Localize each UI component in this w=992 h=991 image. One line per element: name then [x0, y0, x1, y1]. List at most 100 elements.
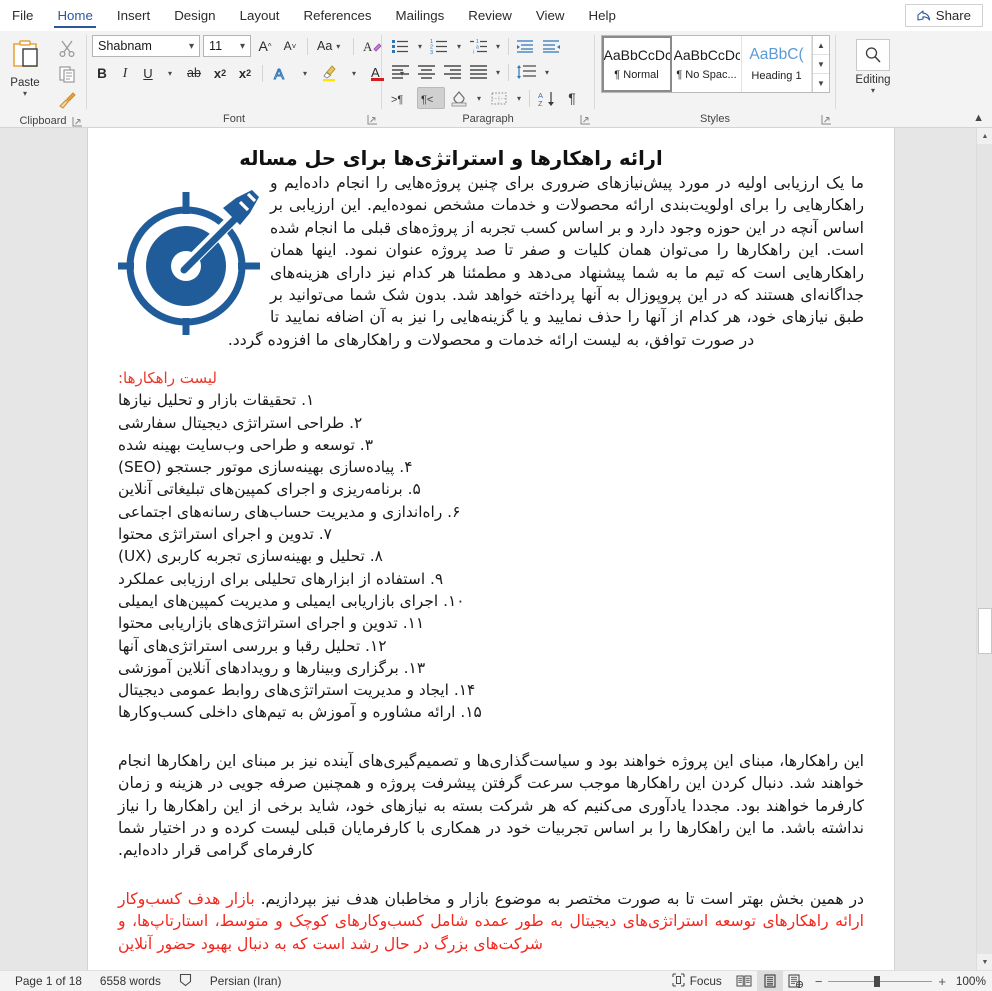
paragraph-dialog-launcher[interactable] — [579, 114, 591, 126]
justify-chevron-down-icon[interactable]: ▾ — [492, 68, 504, 77]
highlight-button[interactable] — [317, 62, 342, 84]
tab-home-label: Home — [57, 8, 93, 23]
search-icon[interactable] — [856, 39, 890, 71]
tab-layout-label: Layout — [239, 8, 280, 23]
right-to-left-icon[interactable]: ¶< — [417, 87, 445, 109]
paste-button[interactable]: Paste ▾ — [0, 35, 50, 98]
borders-icon[interactable] — [486, 87, 512, 109]
share-button[interactable]: Share — [904, 4, 983, 27]
scroll-down-icon[interactable]: ▼ — [977, 954, 992, 970]
bullets-chevron-down-icon[interactable]: ▾ — [414, 42, 426, 51]
page-indicator[interactable]: Page 1 of 18 — [6, 971, 91, 991]
show-formatting-marks-icon[interactable]: ¶ — [561, 87, 583, 109]
tab-review[interactable]: Review — [456, 0, 524, 31]
align-left-icon[interactable] — [388, 61, 413, 83]
shading-icon[interactable] — [446, 87, 472, 109]
zoom-slider-thumb[interactable] — [874, 975, 881, 987]
font-name-combobox[interactable]: Shabnam ▾ — [92, 35, 200, 57]
vertical-scrollbar-thumb[interactable] — [978, 608, 992, 654]
focus-mode-button[interactable]: Focus — [663, 971, 731, 991]
tab-mailings[interactable]: Mailings — [384, 0, 457, 31]
grow-font-button[interactable]: A ^ — [254, 35, 276, 57]
clipboard-group-label: Clipboard — [0, 114, 86, 129]
tab-file[interactable]: File — [0, 0, 45, 31]
style-heading1-preview: AaBbC( — [749, 46, 804, 63]
tab-view-label: View — [535, 8, 565, 23]
styles-gallery[interactable]: AaBbCcDc ¶ Normal AaBbCcDc ¶ No Spac... … — [601, 35, 830, 93]
strikethrough-button[interactable]: ab — [182, 62, 206, 84]
word-count[interactable]: 6558 words — [91, 971, 170, 991]
zoom-level-label[interactable]: 100% — [952, 974, 986, 988]
vertical-scrollbar-track[interactable] — [977, 144, 992, 954]
bullets-icon[interactable] — [388, 35, 413, 57]
left-to-right-icon[interactable]: >¶ — [388, 87, 416, 109]
font-dialog-launcher[interactable] — [366, 114, 378, 126]
document-body[interactable]: ارائه راهکارها و استراتژی‌ها برای حل مسا… — [88, 128, 894, 955]
align-right-icon[interactable] — [440, 61, 465, 83]
multilevel-chevron-down-icon[interactable]: ▾ — [492, 42, 504, 51]
text-effects-chevron-down-icon[interactable]: ▾ — [296, 62, 314, 84]
cut-icon[interactable] — [57, 39, 77, 62]
line-spacing-icon[interactable] — [513, 61, 540, 83]
tab-layout[interactable]: Layout — [228, 0, 292, 31]
format-painter-icon[interactable] — [57, 91, 77, 114]
subscript-button[interactable]: x2 — [209, 62, 231, 84]
increase-indent-icon[interactable] — [539, 35, 564, 57]
zoom-in-button[interactable]: + — [938, 974, 946, 989]
zoom-control[interactable]: − + — [809, 974, 952, 989]
line-spacing-chevron-down-icon[interactable]: ▾ — [541, 68, 553, 77]
styles-scroll-buttons[interactable]: ▲ ▼ ▼ — [812, 36, 829, 92]
styles-dialog-launcher[interactable] — [820, 114, 832, 126]
numbering-chevron-down-icon[interactable]: ▾ — [453, 42, 465, 51]
copy-icon[interactable] — [57, 65, 77, 88]
shrink-font-button[interactable]: A ˅ — [279, 35, 301, 57]
sort-icon[interactable]: AZ — [534, 87, 560, 109]
print-layout-icon[interactable] — [756, 970, 783, 991]
tab-view[interactable]: View — [524, 0, 577, 31]
language-indicator[interactable]: Persian (Iran) — [201, 971, 290, 991]
collapse-ribbon-icon[interactable]: ▲ — [973, 112, 984, 124]
editing-chevron-down-icon[interactable]: ▾ — [867, 86, 879, 95]
proofing-status[interactable] — [170, 971, 201, 991]
tab-references[interactable]: References — [292, 0, 384, 31]
style-item-no-spacing[interactable]: AaBbCcDc ¶ No Spac... — [672, 36, 742, 92]
borders-chevron-down-icon[interactable]: ▾ — [513, 94, 525, 103]
styles-more-icon[interactable]: ▼ — [813, 74, 829, 92]
shading-chevron-down-icon[interactable]: ▾ — [473, 94, 485, 103]
italic-button[interactable]: I — [115, 62, 135, 84]
font-group-label-text: Font — [222, 113, 245, 125]
superscript-button[interactable]: x2 — [234, 62, 256, 84]
scroll-up-icon[interactable]: ▲ — [977, 128, 992, 144]
tab-insert[interactable]: Insert — [105, 0, 162, 31]
highlight-chevron-down-icon[interactable]: ▾ — [345, 62, 363, 84]
zoom-slider[interactable] — [828, 975, 933, 987]
style-item-heading1[interactable]: AaBbC( Heading 1 — [742, 36, 812, 92]
underline-button[interactable]: U — [138, 62, 158, 84]
underline-chevron-down-icon[interactable]: ▾ — [161, 62, 179, 84]
read-mode-icon[interactable] — [731, 971, 757, 991]
multilevel-list-icon[interactable]: 1ai — [466, 35, 491, 57]
zoom-out-button[interactable]: − — [815, 974, 823, 989]
styles-scroll-up-icon[interactable]: ▲ — [813, 36, 829, 55]
bold-button[interactable]: B — [92, 62, 112, 84]
paste-chevron-down-icon[interactable]: ▾ — [19, 89, 31, 98]
tab-help[interactable]: Help — [577, 0, 628, 31]
numbering-icon[interactable]: 123 — [427, 35, 452, 57]
tab-design[interactable]: Design — [162, 0, 227, 31]
font-size-combobox[interactable]: 11 ▾ — [203, 35, 251, 57]
vertical-scrollbar[interactable]: ▲ ▼ — [976, 128, 992, 970]
tab-home[interactable]: Home — [45, 0, 104, 31]
editing-button[interactable]: Editing ▾ — [836, 35, 910, 95]
align-center-icon[interactable] — [414, 61, 439, 83]
justify-icon[interactable] — [466, 61, 491, 83]
styles-scroll-down-icon[interactable]: ▼ — [813, 55, 829, 74]
decrease-indent-icon[interactable] — [513, 35, 538, 57]
style-item-normal[interactable]: AaBbCcDc ¶ Normal — [602, 36, 672, 92]
text-effects-button[interactable]: A — [269, 62, 293, 84]
clipboard-dialog-launcher[interactable] — [71, 116, 83, 128]
web-layout-icon[interactable] — [783, 971, 809, 991]
font-size-chevron-down-icon: ▾ — [239, 40, 245, 52]
change-case-button[interactable]: Aa ▾ — [314, 35, 347, 57]
document-page[interactable]: ارائه راهکارها و استراتژی‌ها برای حل مسا… — [88, 128, 894, 970]
style-no-spacing-preview: AaBbCcDc — [673, 47, 740, 63]
